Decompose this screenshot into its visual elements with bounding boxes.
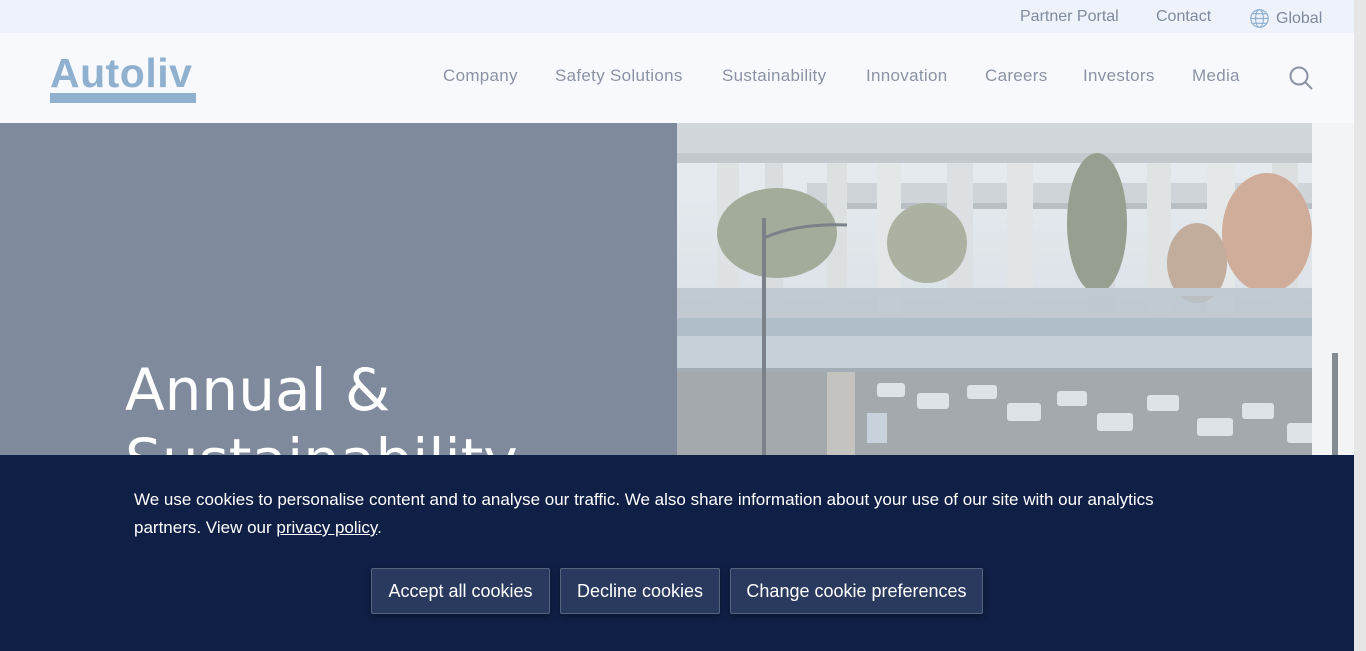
utility-bar: Partner Portal Contact Global	[0, 0, 1354, 33]
search-icon	[1289, 66, 1313, 90]
site-header: Autoliv Company Safety Solutions Sustain…	[0, 33, 1354, 123]
change-cookie-preferences-button[interactable]: Change cookie preferences	[730, 568, 983, 614]
hero-image	[677, 123, 1354, 455]
page-scrollbar[interactable]	[1354, 0, 1366, 651]
nav-item-company[interactable]: Company	[443, 66, 518, 86]
logo-underline-bar	[50, 93, 196, 103]
logo-wordmark: Autoliv	[50, 50, 193, 96]
nav-item-investors[interactable]: Investors	[1083, 66, 1155, 86]
contact-link[interactable]: Contact	[1156, 8, 1211, 26]
partner-portal-link[interactable]: Partner Portal	[1020, 8, 1119, 26]
hero-title-line2: Sustainability	[125, 426, 518, 455]
global-label: Global	[1276, 9, 1323, 27]
decline-cookies-button[interactable]: Decline cookies	[560, 568, 720, 614]
search-button[interactable]	[1288, 65, 1314, 91]
hero-title: Annual & Sustainability	[125, 355, 665, 455]
nav-item-safety-solutions[interactable]: Safety Solutions	[555, 66, 683, 86]
nav-item-media[interactable]: Media	[1192, 66, 1240, 86]
privacy-policy-link[interactable]: privacy policy	[276, 518, 377, 537]
nav-item-sustainability[interactable]: Sustainability	[722, 66, 826, 86]
hero-text-panel: Annual & Sustainability	[0, 123, 677, 455]
cookie-message: We use cookies to personalise content an…	[134, 486, 1214, 542]
city-overpass-photo	[677, 123, 1354, 455]
autoliv-logo[interactable]: Autoliv	[50, 51, 196, 103]
globe-icon	[1250, 9, 1269, 28]
cookie-banner: We use cookies to personalise content an…	[0, 455, 1354, 651]
hero-title-line1: Annual &	[125, 356, 391, 424]
nav-item-innovation[interactable]: Innovation	[866, 66, 947, 86]
cookie-message-period: .	[377, 518, 382, 537]
global-selector[interactable]: Global	[1249, 8, 1322, 29]
accept-all-cookies-button[interactable]: Accept all cookies	[371, 568, 550, 614]
nav-item-careers[interactable]: Careers	[985, 66, 1048, 86]
